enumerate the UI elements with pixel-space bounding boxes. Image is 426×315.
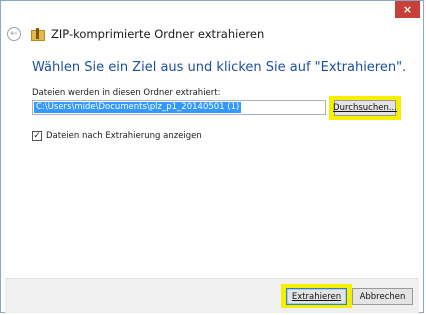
arrow-left-icon: ←: [10, 29, 18, 39]
extract-dialog: × ← ZIP-komprimierte Ordner extrahieren …: [0, 0, 424, 313]
cancel-button[interactable]: Abbrechen: [352, 288, 413, 305]
checkmark-icon: ✓: [33, 131, 41, 141]
close-button[interactable]: ×: [395, 1, 420, 18]
show-files-checkbox[interactable]: ✓: [32, 131, 42, 141]
title-bar: ×: [1, 1, 423, 23]
destination-path-input[interactable]: C:\Users\mide\Documents\plz_p1_20140501 …: [32, 100, 326, 115]
destination-label: Dateien werden in diesen Ordner extrahie…: [32, 88, 221, 98]
back-button[interactable]: ←: [7, 27, 21, 41]
show-files-option[interactable]: ✓ Dateien nach Extrahierung anzeigen: [32, 131, 202, 141]
show-files-label: Dateien nach Extrahierung anzeigen: [46, 131, 202, 141]
dialog-header: ← ZIP-komprimierte Ordner extrahieren: [7, 24, 264, 44]
extract-button-label: Extrahieren: [291, 291, 342, 302]
dialog-title: ZIP-komprimierte Ordner extrahieren: [51, 27, 265, 41]
destination-path-value: C:\Users\mide\Documents\plz_p1_20140501 …: [34, 102, 242, 113]
browse-button-label: Durchsuchen...: [333, 103, 397, 113]
extract-button[interactable]: Extrahieren: [286, 288, 347, 305]
zip-folder-icon: [31, 27, 45, 41]
cancel-button-label: Abbrechen: [359, 291, 406, 302]
browse-button[interactable]: Durchsuchen...: [333, 100, 397, 116]
instruction-heading: Wählen Sie ein Ziel aus und klicken Sie …: [32, 60, 407, 75]
close-icon: ×: [402, 3, 413, 16]
